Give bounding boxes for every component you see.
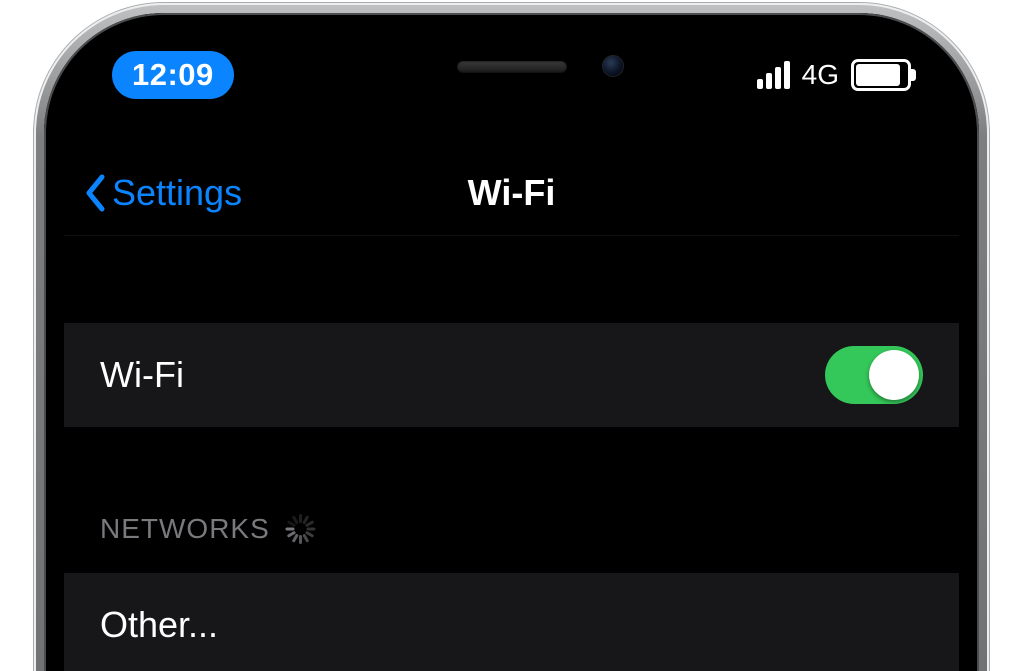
wifi-toggle-row[interactable]: Wi-Fi <box>64 323 959 427</box>
status-time-pill[interactable]: 12:09 <box>112 51 234 99</box>
front-camera <box>602 55 624 77</box>
status-right: 4G <box>757 59 911 91</box>
toggle-knob <box>869 350 919 400</box>
networks-header-label: NETWORKS <box>100 513 270 545</box>
notch <box>312 33 712 95</box>
cellular-signal-icon <box>757 61 790 89</box>
wifi-row-label: Wi-Fi <box>100 354 184 396</box>
nav-header: Settings Wi-Fi <box>64 151 959 236</box>
networks-section-header: NETWORKS <box>100 513 316 545</box>
back-button[interactable]: Settings <box>84 151 242 235</box>
stage: 12:09 4G <box>0 0 1024 671</box>
wifi-toggle[interactable] <box>825 346 923 404</box>
network-type-label: 4G <box>802 59 839 91</box>
back-button-label: Settings <box>112 172 242 214</box>
device-bezel: 12:09 4G <box>44 13 979 671</box>
loading-spinner-icon <box>286 514 316 544</box>
page-title: Wi-Fi <box>468 172 556 214</box>
device-frame: 12:09 4G <box>34 3 989 671</box>
other-network-row[interactable]: Other... <box>64 573 959 671</box>
battery-icon <box>851 59 911 91</box>
battery-fill <box>856 64 900 86</box>
status-time: 12:09 <box>132 57 214 93</box>
speaker-grille <box>457 61 567 73</box>
other-network-label: Other... <box>100 604 218 646</box>
screen: 12:09 4G <box>64 33 959 671</box>
chevron-left-icon <box>84 174 106 212</box>
